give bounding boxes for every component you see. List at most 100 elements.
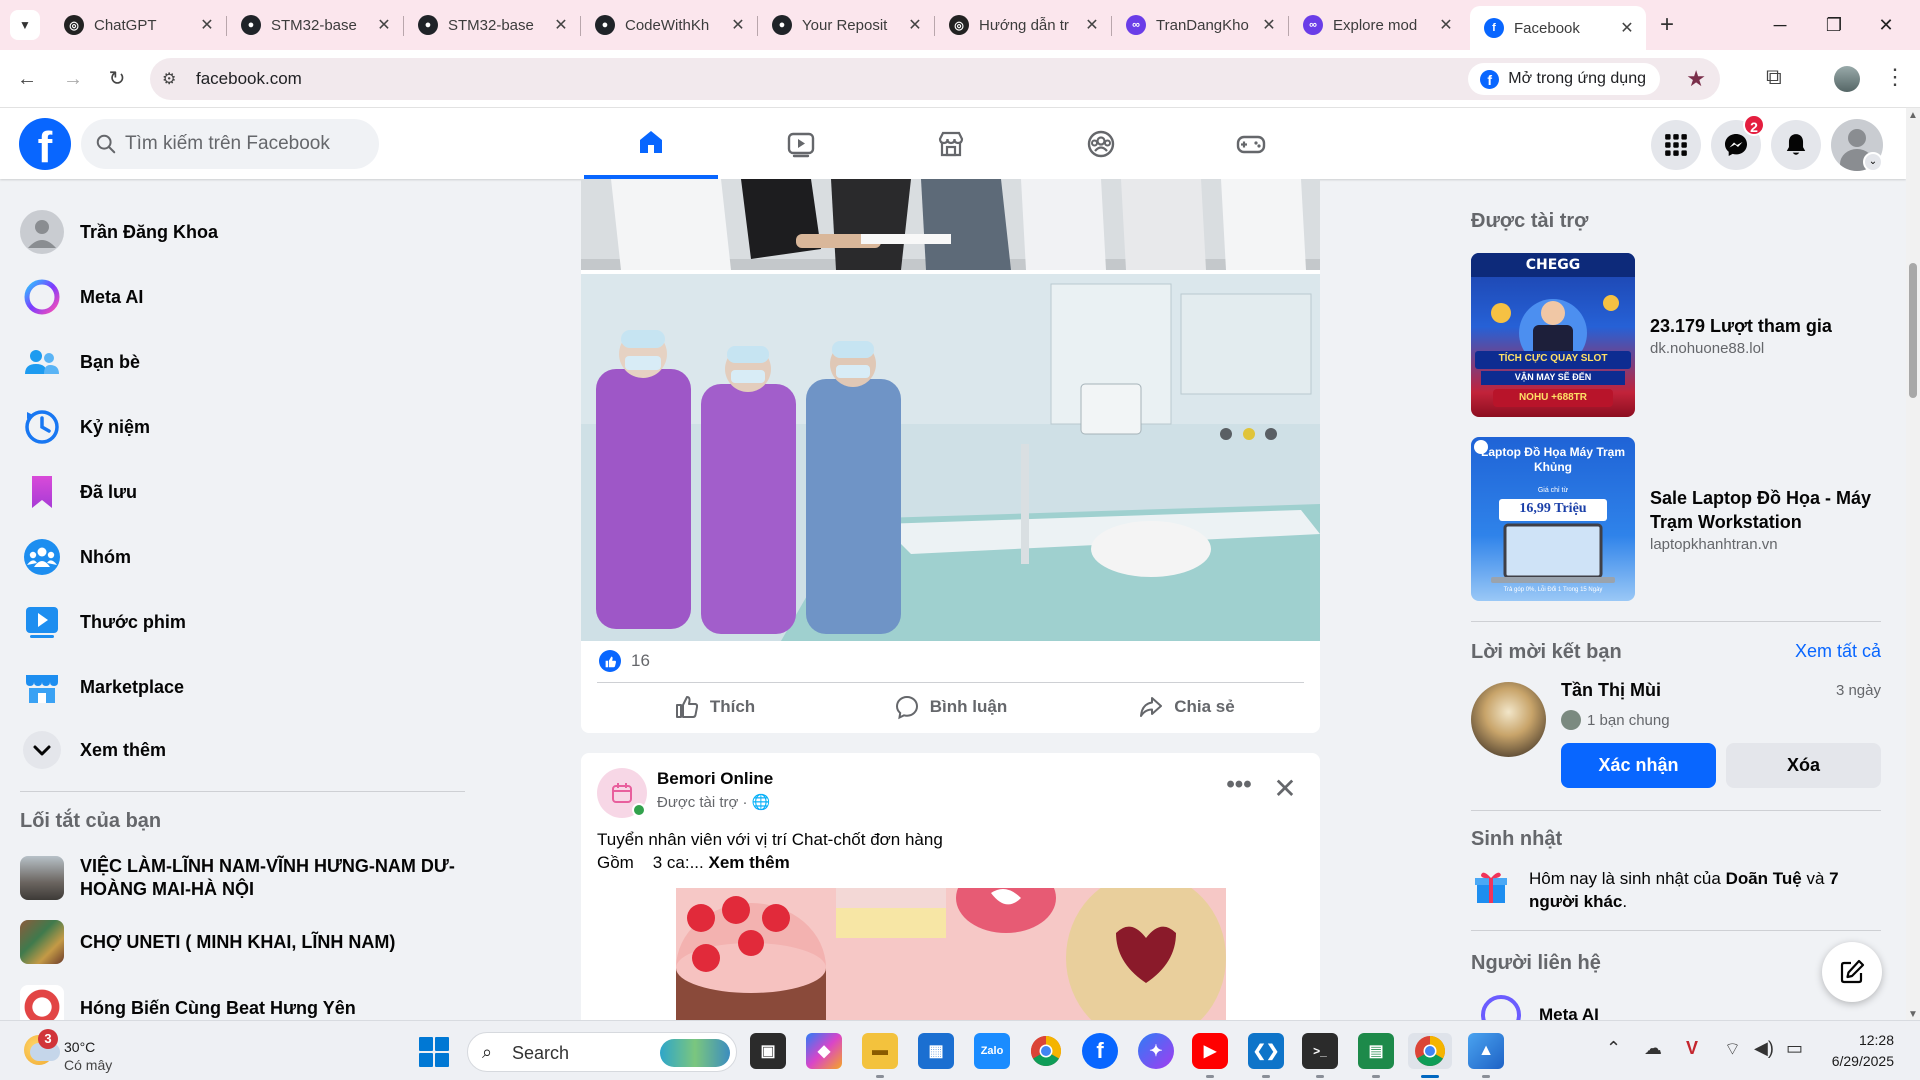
browser-tab[interactable]: ∞ TranDangKho ✕ bbox=[1112, 6, 1288, 44]
vscode-icon[interactable]: ❮❯ bbox=[1248, 1033, 1284, 1069]
hide-post-close-icon[interactable]: ✕ bbox=[1267, 771, 1303, 807]
close-tab-icon[interactable]: ✕ bbox=[198, 15, 216, 35]
close-tab-icon[interactable]: ✕ bbox=[1260, 15, 1278, 35]
system-clock[interactable]: 12:28 6/29/2025 bbox=[1824, 1030, 1894, 1072]
scroll-up-arrow-icon[interactable]: ▲ bbox=[1908, 110, 1918, 121]
shortcut-item[interactable]: CHỢ UNETI ( MINH KHAI, LĨNH NAM) bbox=[20, 920, 460, 964]
browser-tab[interactable]: ● STM32-base ✕ bbox=[404, 6, 580, 44]
wifi-icon[interactable]: ⌔ bbox=[1724, 1038, 1741, 1061]
chrome-active-icon[interactable] bbox=[1408, 1033, 1452, 1069]
extensions-icon[interactable]: ⧉ bbox=[1766, 64, 1782, 90]
mutual-friends[interactable]: 1 bạn chung bbox=[1561, 710, 1670, 730]
messenger-app-icon[interactable]: ✦ bbox=[1138, 1033, 1174, 1069]
facebook-logo[interactable]: f bbox=[19, 118, 71, 170]
close-tab-icon[interactable]: ✕ bbox=[375, 15, 393, 35]
show-hidden-icons-chevron-icon[interactable]: ⌃ bbox=[1606, 1038, 1621, 1059]
page-scrollbar[interactable]: ▲ ▼ bbox=[1906, 108, 1920, 1020]
sidebar-item-marketplace[interactable]: Marketplace bbox=[8, 658, 468, 716]
share-button[interactable]: Chia sẻ bbox=[1069, 687, 1304, 727]
sidebar-item-saved[interactable]: Đã lưu bbox=[8, 463, 468, 521]
weather-widget[interactable]: 3 30°C Có mây bbox=[20, 1029, 130, 1073]
confirm-request-button[interactable]: Xác nhận bbox=[1561, 743, 1716, 788]
birthday-name[interactable]: Doãn Tuệ bbox=[1726, 869, 1802, 888]
close-window-icon[interactable]: ✕ bbox=[1866, 8, 1906, 42]
scrollbar-thumb[interactable] bbox=[1909, 263, 1917, 398]
like-button[interactable]: Thích bbox=[597, 687, 832, 727]
browser-tab-active[interactable]: f Facebook ✕ bbox=[1470, 6, 1646, 50]
sidebar-item-memories[interactable]: Kỷ niệm bbox=[8, 398, 468, 456]
browser-tab[interactable]: ● CodeWithKh ✕ bbox=[581, 6, 757, 44]
friend-request-name[interactable]: Tần Thị Mùi bbox=[1561, 680, 1661, 701]
onedrive-cloud-icon[interactable]: ☁ bbox=[1644, 1038, 1662, 1059]
file-explorer-icon[interactable]: ▬ bbox=[862, 1033, 898, 1069]
facebook-search[interactable] bbox=[81, 119, 379, 169]
sidebar-item-profile[interactable]: Trần Đăng Khoa bbox=[8, 203, 468, 261]
nav-tab-gaming[interactable] bbox=[1184, 108, 1318, 179]
url-text[interactable]: facebook.com bbox=[196, 69, 302, 89]
sidebar-item-meta-ai[interactable]: Meta AI bbox=[8, 268, 468, 326]
battery-icon[interactable]: ▭ bbox=[1786, 1038, 1803, 1059]
browser-profile-avatar[interactable] bbox=[1834, 66, 1860, 92]
shortcut-item[interactable]: Hóng Biến Cùng Beat Hưng Yên bbox=[20, 985, 460, 1020]
new-tab-button[interactable]: + bbox=[1652, 10, 1682, 40]
browser-tab[interactable]: ● STM32-base ✕ bbox=[227, 6, 403, 44]
notifications-button[interactable] bbox=[1771, 120, 1821, 170]
nav-tab-marketplace[interactable] bbox=[884, 108, 1018, 179]
menu-grid-button[interactable] bbox=[1651, 120, 1701, 170]
start-windows-icon[interactable] bbox=[419, 1037, 449, 1067]
messenger-button[interactable]: 2 bbox=[1711, 114, 1765, 170]
post-image-cakes[interactable] bbox=[676, 888, 1226, 1033]
address-bar[interactable]: ⚙ facebook.com f Mở trong ứng dụng ★ bbox=[150, 58, 1720, 100]
close-tab-icon[interactable]: ✕ bbox=[729, 15, 747, 35]
sidebar-item-reels[interactable]: Thước phim bbox=[8, 593, 468, 651]
browser-menu-icon[interactable]: ⋮ bbox=[1884, 64, 1906, 90]
friend-request-avatar[interactable] bbox=[1471, 682, 1546, 757]
task-view-icon[interactable]: ▣ bbox=[750, 1033, 786, 1069]
sponsored-ad[interactable]: CHEGG TÍCH CỰC QUAY SLOT VẬN MAY SẼ ĐẾN … bbox=[1471, 253, 1880, 417]
new-message-button[interactable] bbox=[1822, 942, 1882, 1002]
close-tab-icon[interactable]: ✕ bbox=[1618, 18, 1636, 38]
sidebar-item-groups[interactable]: Nhóm bbox=[8, 528, 468, 586]
copilot-app-icon[interactable]: ◆ bbox=[806, 1033, 842, 1069]
sidebar-item-friends[interactable]: Bạn bè bbox=[8, 333, 468, 391]
reload-icon[interactable]: ↻ bbox=[102, 64, 132, 94]
browser-tab[interactable]: ◎ Hướng dẫn tr ✕ bbox=[935, 6, 1111, 44]
photos-icon[interactable]: ▲ bbox=[1468, 1033, 1504, 1069]
vivaldi-tray-icon[interactable]: V bbox=[1686, 1038, 1698, 1059]
close-tab-icon[interactable]: ✕ bbox=[1437, 15, 1455, 35]
bookmark-star-icon[interactable]: ★ bbox=[1686, 66, 1706, 92]
comment-button[interactable]: Bình luận bbox=[833, 687, 1068, 727]
minimize-window-icon[interactable]: ─ bbox=[1760, 8, 1800, 42]
sponsored-ad[interactable]: Laptop Đồ Họa Máy Trạm Khủng Giá chỉ từ … bbox=[1471, 437, 1880, 601]
post-author[interactable]: Bemori Online bbox=[657, 769, 773, 789]
zalo-icon[interactable]: Zalo bbox=[974, 1033, 1010, 1069]
taskbar-search[interactable]: ⌕ Search bbox=[467, 1032, 737, 1072]
shortcut-item[interactable]: VIỆC LÀM-LĨNH NAM-VĨNH HƯNG-NAM DƯ-HOÀNG… bbox=[20, 855, 460, 901]
see-all-link[interactable]: Xem tất cả bbox=[1795, 641, 1881, 662]
post-photo-hospital[interactable] bbox=[581, 274, 1320, 641]
close-tab-icon[interactable]: ✕ bbox=[552, 15, 570, 35]
youtube-icon[interactable]: ▶ bbox=[1192, 1033, 1228, 1069]
android-studio-icon[interactable]: ▤ bbox=[1358, 1033, 1394, 1069]
delete-request-button[interactable]: Xóa bbox=[1726, 743, 1881, 788]
terminal-icon[interactable]: >_ bbox=[1302, 1033, 1338, 1069]
browser-tab[interactable]: ● Your Reposit ✕ bbox=[758, 6, 934, 44]
account-chevron-down-icon[interactable]: ⌄ bbox=[1863, 152, 1883, 172]
see-more-link[interactable]: Xem thêm bbox=[709, 853, 790, 872]
site-settings-icon[interactable]: ⚙ bbox=[162, 69, 182, 89]
nav-tab-groups[interactable] bbox=[1034, 108, 1168, 179]
close-tab-icon[interactable]: ✕ bbox=[1083, 15, 1101, 35]
tab-search-dropdown-icon[interactable]: ▼ bbox=[10, 10, 40, 40]
nav-tab-video[interactable] bbox=[734, 108, 868, 179]
nav-tab-home[interactable] bbox=[584, 108, 718, 179]
volume-icon[interactable]: ◀) bbox=[1754, 1038, 1774, 1059]
restore-window-icon[interactable]: ❐ bbox=[1814, 8, 1854, 42]
browser-tab[interactable]: ∞ Explore mod ✕ bbox=[1289, 6, 1465, 44]
sidebar-see-more[interactable]: Xem thêm bbox=[8, 721, 468, 779]
search-input[interactable] bbox=[125, 119, 365, 169]
open-in-app-button[interactable]: f Mở trong ứng dụng bbox=[1468, 63, 1660, 95]
scroll-down-arrow-icon[interactable]: ▼ bbox=[1908, 1009, 1918, 1020]
forward-icon[interactable]: → bbox=[58, 64, 88, 94]
close-tab-icon[interactable]: ✕ bbox=[906, 15, 924, 35]
microsoft-store-icon[interactable]: ▦ bbox=[918, 1033, 954, 1069]
